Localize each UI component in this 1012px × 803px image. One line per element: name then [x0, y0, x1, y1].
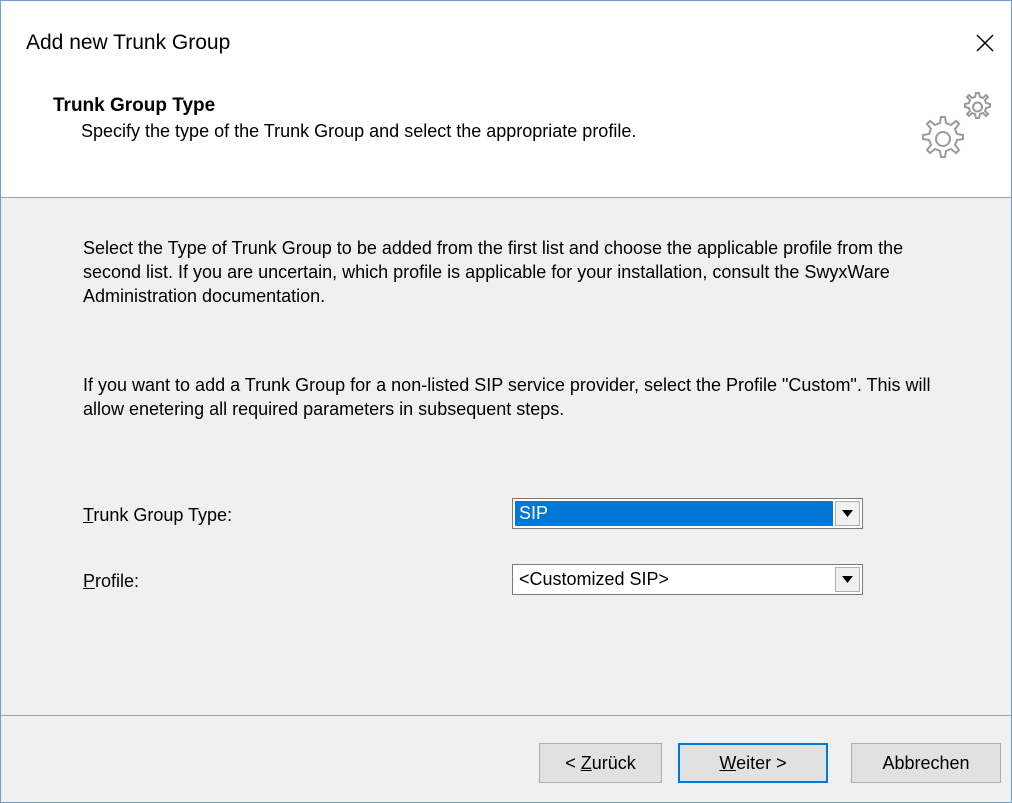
footer-divider: [1, 715, 1011, 716]
instructions-paragraph: Select the Type of Trunk Group to be add…: [83, 238, 904, 306]
trunk-group-type-dropdown-button[interactable]: [835, 501, 860, 526]
next-button[interactable]: Weiter >: [678, 743, 828, 783]
cancel-button[interactable]: Abbrechen: [851, 743, 1001, 783]
wizard-content: Select the Type of Trunk Group to be add…: [1, 198, 1011, 715]
close-button[interactable]: [963, 21, 1007, 65]
page-subtitle: Specify the type of the Trunk Group and …: [81, 121, 637, 141]
back-button[interactable]: < Zurück: [539, 743, 662, 783]
custom-profile-hint: If you want to add a Trunk Group for a n…: [83, 375, 931, 419]
trunk-group-type-value: SIP: [515, 501, 833, 526]
trunk-group-type-dropdown[interactable]: SIP: [512, 498, 863, 529]
profile-dropdown-button[interactable]: [835, 567, 860, 592]
profile-value: <Customized SIP>: [519, 569, 670, 589]
profile-label: Profile:: [83, 571, 140, 591]
chevron-down-icon: [842, 510, 853, 517]
trunk-group-type-label: Trunk Group Type:: [83, 505, 233, 525]
title-bar: Add new Trunk Group: [1, 1, 1011, 87]
gears-icon: [922, 92, 991, 158]
chevron-down-icon: [842, 576, 853, 583]
page-title: Trunk Group Type: [53, 95, 216, 116]
window-title: Add new Trunk Group: [26, 31, 231, 54]
wizard-header: Trunk Group Type Specify the type of the…: [1, 87, 1011, 198]
close-icon: [976, 34, 994, 52]
wizard-window: Add new Trunk Group Trunk Group Type Spe…: [0, 0, 1012, 803]
profile-dropdown[interactable]: <Customized SIP>: [512, 564, 863, 595]
